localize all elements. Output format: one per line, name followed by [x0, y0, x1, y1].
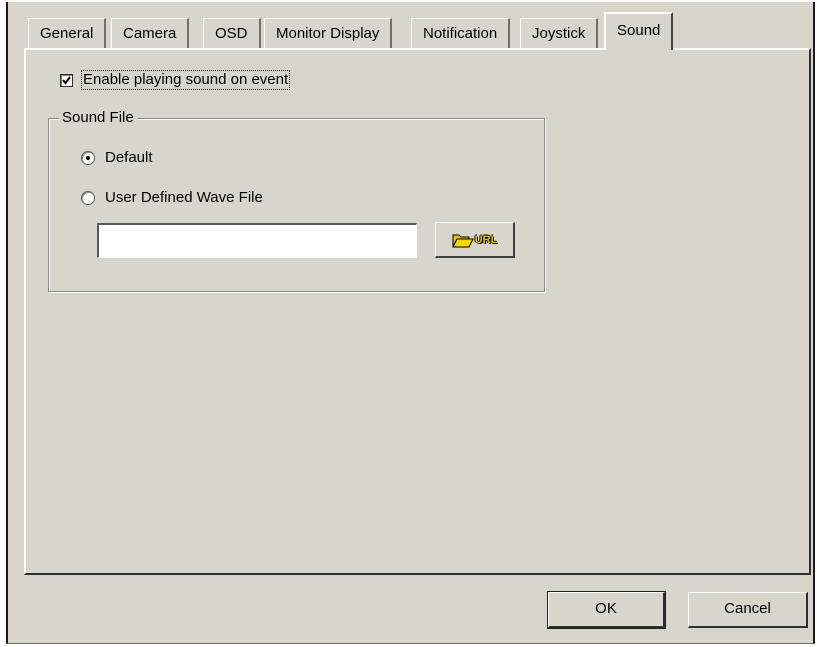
radio-default[interactable]	[81, 150, 95, 165]
folder-open-icon	[451, 234, 474, 248]
tab-general[interactable]: General	[28, 18, 107, 48]
radio-user-defined[interactable]	[81, 190, 95, 205]
tab-sound[interactable]: Sound	[604, 12, 674, 50]
enable-sound-label: Enable playing sound on event	[81, 70, 291, 90]
enable-sound-checkbox-row[interactable]: Enable playing sound on event	[60, 70, 291, 90]
wave-file-path-input[interactable]	[97, 223, 417, 258]
tab-monitor-display[interactable]: Monitor Display	[264, 18, 393, 48]
browse-url-button[interactable]: URL	[435, 222, 515, 258]
enable-sound-checkbox[interactable]	[60, 73, 73, 87]
cancel-button[interactable]: Cancel	[688, 592, 808, 628]
ok-button[interactable]: OK	[547, 591, 666, 629]
radio-user-defined-label: User Defined Wave File	[105, 189, 263, 206]
radio-default-label: Default	[105, 149, 153, 166]
tab-notification[interactable]: Notification	[411, 18, 511, 48]
sound-tab-panel: Enable playing sound on event Sound File…	[24, 48, 811, 575]
browse-url-label: URL	[474, 233, 498, 246]
radio-selected-dot	[86, 155, 90, 160]
radio-default-row[interactable]: Default	[81, 149, 153, 166]
sound-settings-dialog: General Camera OSD Monitor Display Notif…	[6, 2, 815, 644]
tab-osd[interactable]: OSD	[203, 18, 261, 48]
sound-file-group: Sound File Default User Defined Wave Fil…	[48, 108, 545, 292]
tab-joystick[interactable]: Joystick	[520, 18, 599, 48]
sound-file-group-title: Sound File	[59, 108, 137, 128]
tab-camera[interactable]: Camera	[111, 18, 190, 48]
radio-user-defined-row[interactable]: User Defined Wave File	[81, 189, 263, 206]
checkmark-icon	[62, 75, 71, 85]
